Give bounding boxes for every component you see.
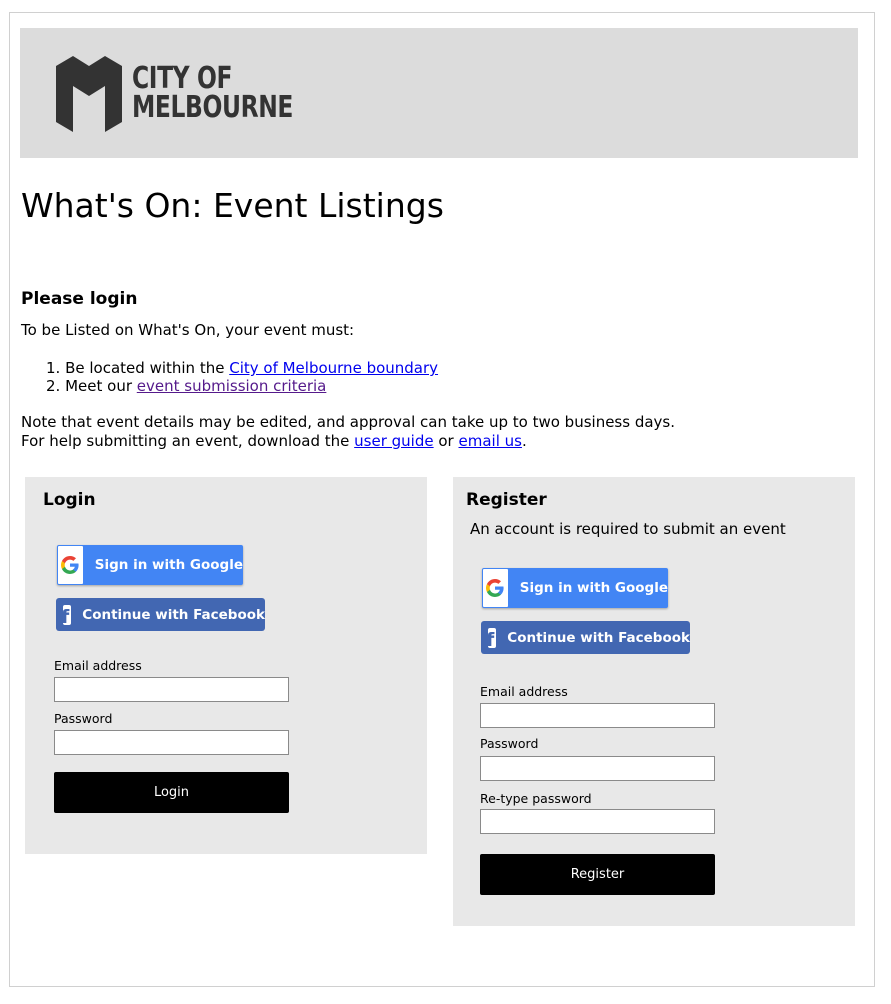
user-guide-link[interactable]: user guide [354, 432, 433, 450]
register-retype-input[interactable] [480, 809, 715, 834]
register-subtitle: An account is required to submit an even… [470, 520, 786, 538]
login-password-input[interactable] [54, 730, 289, 755]
google-button-label: Sign in with Google [94, 557, 243, 573]
submission-criteria-link[interactable]: event submission criteria [137, 377, 327, 395]
email-us-link[interactable]: email us [459, 432, 522, 450]
register-facebook-button[interactable]: f Continue with Facebook [481, 621, 690, 654]
register-submit-button[interactable]: Register [480, 854, 715, 895]
city-of-melbourne-logo-icon[interactable] [56, 56, 122, 132]
page-title: What's On: Event Listings [21, 186, 444, 225]
login-email-label: Email address [54, 658, 142, 673]
requirement-text: Be located within the [65, 359, 230, 377]
requirement-number: 2. [46, 377, 61, 395]
requirement-number: 1. [46, 359, 61, 377]
register-google-signin-button[interactable]: Sign in with Google [482, 568, 668, 608]
register-password-label: Password [480, 736, 539, 751]
requirement-item-1: 1. Be located within the City of Melbour… [46, 359, 438, 377]
help-note: For help submitting an event, download t… [21, 432, 527, 451]
register-email-input[interactable] [480, 703, 715, 728]
register-retype-label: Re-type password [480, 791, 592, 806]
google-g-icon [58, 546, 83, 584]
login-facebook-button[interactable]: f Continue with Facebook [56, 598, 265, 631]
requirements-lead: To be Listed on What's On, your event mu… [21, 321, 355, 339]
help-suffix: . [521, 432, 527, 450]
facebook-f-icon: f [488, 627, 497, 648]
facebook-button-label: Continue with Facebook [507, 629, 690, 646]
site-header: CITY OF MELBOURNE [20, 28, 858, 158]
login-prompt-heading: Please login [21, 289, 138, 309]
approval-note: Note that event details may be edited, a… [21, 413, 676, 431]
requirement-item-2: 2. Meet our event submission criteria [46, 377, 326, 395]
login-password-label: Password [54, 711, 113, 726]
login-title: Login [43, 490, 96, 510]
register-panel: Register An account is required to submi… [453, 477, 855, 926]
register-title: Register [466, 490, 547, 510]
login-submit-button[interactable]: Login [54, 772, 289, 813]
login-panel: Login Sign in with Google f Continue wit… [25, 477, 427, 854]
requirement-text: Meet our [65, 377, 137, 395]
register-email-label: Email address [480, 684, 568, 699]
google-button-label: Sign in with Google [519, 580, 668, 596]
facebook-button-label: Continue with Facebook [82, 606, 265, 623]
logo-line-2: MELBOURNE [132, 90, 293, 125]
register-password-input[interactable] [480, 756, 715, 781]
logo-line-1: CITY OF [132, 61, 233, 96]
logo-wordmark[interactable]: CITY OF MELBOURNE [132, 61, 293, 125]
login-email-input[interactable] [54, 677, 289, 702]
google-g-icon [483, 569, 508, 607]
login-google-signin-button[interactable]: Sign in with Google [57, 545, 243, 585]
help-prefix: For help submitting an event, download t… [21, 432, 355, 450]
help-mid: or [433, 432, 459, 450]
boundary-link[interactable]: City of Melbourne boundary [229, 359, 438, 377]
facebook-f-icon: f [63, 604, 72, 625]
